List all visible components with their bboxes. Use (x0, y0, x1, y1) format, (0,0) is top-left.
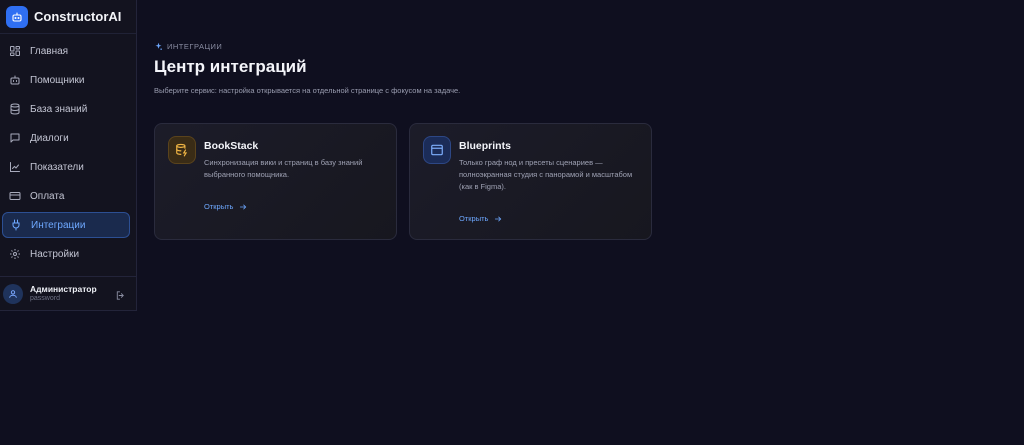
open-link[interactable]: Открыть (204, 202, 247, 211)
card-title: Blueprints (459, 140, 511, 152)
brand[interactable]: ConstructorAI (0, 0, 136, 34)
gear-icon (8, 248, 21, 261)
sparkle-icon (154, 42, 163, 51)
sidebar-item-label: База знаний (30, 103, 88, 115)
sidebar: ConstructorAI Главная Помощники База зна… (0, 0, 137, 311)
plug-icon (9, 219, 22, 232)
eyebrow-text: ИНТЕГРАЦИИ (167, 42, 223, 51)
sidebar-item-label: Оплата (30, 190, 65, 202)
avatar[interactable] (3, 283, 23, 304)
sidebar-item-metrics[interactable]: Показатели (2, 154, 130, 180)
sidebar-item-label: Диалоги (30, 132, 69, 144)
arrow-right-icon (494, 215, 502, 223)
user-info: Администратор password (30, 285, 97, 303)
database-icon (8, 103, 21, 116)
sidebar-item-settings[interactable]: Настройки (2, 241, 130, 267)
user-subtitle: password (30, 295, 60, 303)
section-eyebrow: ИНТЕГРАЦИИ (154, 42, 222, 51)
card-description: Синхронизация вики и страниц в базу знан… (204, 158, 363, 179)
sidebar-item-payment[interactable]: Оплата (2, 183, 130, 209)
card-icon (8, 190, 21, 203)
open-link-label: Открыть (204, 202, 234, 211)
page-title: Центр интеграций (154, 57, 307, 76)
sidebar-item-dialogs[interactable]: Диалоги (2, 125, 130, 151)
sidebar-nav: Главная Помощники База знаний Диалоги По… (0, 38, 136, 270)
sidebar-item-integrations[interactable]: Интеграции (2, 212, 130, 238)
open-link[interactable]: Открыть (459, 214, 502, 223)
window-layout-icon (423, 136, 451, 164)
sidebar-item-label: Настройки (30, 248, 80, 260)
page-subtitle: Выберите сервис: настройка открывается н… (154, 86, 461, 95)
integration-card-bookstack[interactable]: BookStack Синхронизация вики и страниц в… (154, 123, 397, 240)
open-link-label: Открыть (459, 214, 489, 223)
sidebar-item-label: Помощники (30, 74, 85, 86)
card-description: Только граф нод и пресеты сценариев — по… (459, 158, 633, 191)
arrow-right-icon (239, 203, 247, 211)
sidebar-item-label: Главная (30, 45, 69, 57)
chart-icon (8, 161, 21, 174)
database-lightning-icon (168, 136, 196, 164)
bot-icon (8, 74, 21, 87)
bot-logo-icon (6, 5, 28, 28)
sidebar-item-knowledge-base[interactable]: База знаний (2, 96, 130, 122)
sidebar-item-label: Интеграции (31, 219, 86, 231)
card-title: BookStack (204, 140, 259, 152)
sidebar-item-label: Показатели (30, 161, 84, 173)
sidebar-item-home[interactable]: Главная (2, 38, 130, 64)
brand-name: ConstructorAI (34, 9, 122, 24)
dashboard-icon (8, 45, 21, 58)
chat-icon (8, 132, 21, 145)
user-panel: Администратор password (0, 276, 136, 310)
user-name: Администратор (30, 283, 97, 294)
sidebar-item-assistants[interactable]: Помощники (2, 67, 130, 93)
logout-icon[interactable] (115, 288, 126, 306)
integration-card-blueprints[interactable]: Blueprints Только граф нод и пресеты сце… (409, 123, 652, 240)
